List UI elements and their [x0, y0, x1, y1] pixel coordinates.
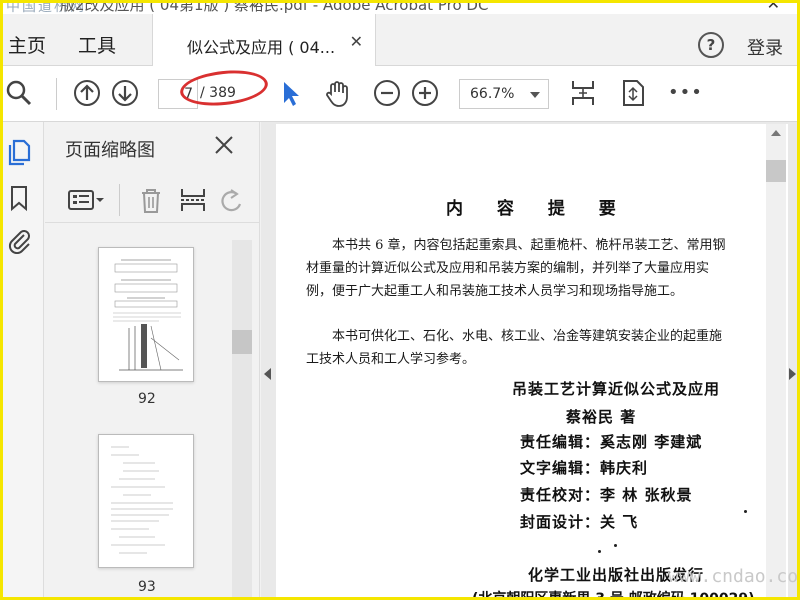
rotate-icon[interactable] [217, 186, 245, 214]
tab-document[interactable]: 似公式及应用 ( 04... ✕ [152, 14, 376, 66]
book-title: 吊装工艺计算近似公式及应用 [512, 380, 721, 398]
zoom-value: 66.7% [470, 86, 515, 102]
tab-home[interactable]: 主页 [8, 31, 46, 58]
cover-design: 封面设计：关 飞 [520, 513, 639, 531]
text-editor: 文字编辑：韩庆利 [520, 459, 649, 477]
document-page: 内 容 提 要 本书共 6 章，内容包括起重索具、起重桅杆、桅杆吊装工艺、常用钢… [276, 124, 788, 600]
window-title: 版2改及应用 ( 04第1版 ) 蔡裕民.pdf - Adobe Acrobat… [60, 0, 489, 14]
thumbnail-options-icon[interactable] [67, 186, 105, 214]
zoom-out-icon[interactable] [372, 78, 402, 108]
thumbnail-toolbar [45, 177, 260, 223]
login-button[interactable]: 登录 [747, 34, 783, 60]
collapse-panel-arrow-icon[interactable] [264, 368, 271, 380]
editor: 责任编辑：奚志刚 李建斌 [520, 433, 703, 451]
zoom-in-icon[interactable] [410, 78, 440, 108]
toolbar-separator [119, 184, 120, 216]
expand-right-panel-arrow-icon[interactable] [789, 368, 796, 380]
proofreader: 责任校对：李 林 张秋景 [520, 486, 693, 504]
thumbnail-scroll-thumb[interactable] [232, 330, 252, 354]
thumbnail-preview [111, 446, 173, 554]
left-rail [0, 122, 44, 600]
summary-paragraph-1: 本书共 6 章，内容包括起重索具、起重桅杆、桅杆吊装工艺、常用钢材重量的计算近似… [306, 238, 726, 299]
chevron-down-icon [530, 92, 540, 98]
tabs-row: 主页 工具 似公式及应用 ( 04... ✕ ? 登录 [0, 14, 800, 66]
thumbnail-scrollbar[interactable] [232, 240, 252, 600]
zoom-select[interactable]: 66.7% [459, 79, 549, 109]
title-bar: 中国道桥网 版2改及应用 ( 04第1版 ) 蔡裕民.pdf - Adobe A… [0, 0, 800, 14]
thumbnail-panel-title: 页面缩略图 [65, 140, 155, 161]
thumbnail-label: 93 [138, 579, 156, 595]
close-panel-icon[interactable] [213, 134, 235, 156]
scan-speck [614, 544, 617, 547]
page-heading: 内 容 提 要 [446, 199, 630, 219]
document-scroll-thumb[interactable] [766, 160, 786, 182]
document-tab-label: 似公式及应用 ( 04... [187, 38, 336, 57]
search-icon[interactable] [4, 78, 34, 108]
trash-icon[interactable] [137, 186, 165, 214]
next-page-icon[interactable] [110, 78, 140, 108]
page-thumbnails-icon[interactable] [6, 138, 32, 166]
thumbnail-preview [113, 259, 183, 371]
tab-tools[interactable]: 工具 [78, 31, 116, 58]
fit-page-icon[interactable] [568, 78, 598, 108]
thumbnail-page-93[interactable] [98, 434, 194, 568]
window-close-icon[interactable]: ✕ [767, 0, 780, 13]
thumbnail-page-92[interactable] [98, 247, 194, 382]
watermark-bottomright: www.cndao.com [668, 566, 800, 587]
bookmark-icon[interactable] [6, 184, 32, 212]
summary-paragraph-2: 本书可供化工、石化、水电、核工业、冶金等建筑安装企业的起重施工技术人员和工人学习… [306, 329, 723, 367]
close-tab-icon[interactable]: ✕ [350, 32, 363, 51]
thumbnail-label: 92 [138, 391, 156, 407]
help-icon[interactable]: ? [698, 32, 724, 58]
attachment-icon[interactable] [6, 226, 32, 254]
scroll-up-icon[interactable] [771, 130, 781, 136]
hand-tool-icon[interactable] [322, 78, 352, 108]
insert-page-icon[interactable] [179, 186, 207, 214]
rotate-view-icon[interactable] [618, 78, 648, 108]
select-cursor-icon[interactable] [276, 78, 306, 108]
toolbar: 7 / 389 66.7% ••• [0, 66, 800, 122]
scan-speck [598, 550, 601, 553]
publisher-address: (北京朝阳区惠新里 3 号 邮政编码 100029) [472, 591, 755, 600]
more-tools-icon[interactable]: ••• [668, 82, 703, 103]
scan-speck [744, 510, 747, 513]
toolbar-separator [56, 78, 57, 110]
author: 蔡裕民 著 [566, 408, 637, 426]
previous-page-icon[interactable] [72, 78, 102, 108]
document-scrollbar[interactable] [766, 124, 786, 600]
